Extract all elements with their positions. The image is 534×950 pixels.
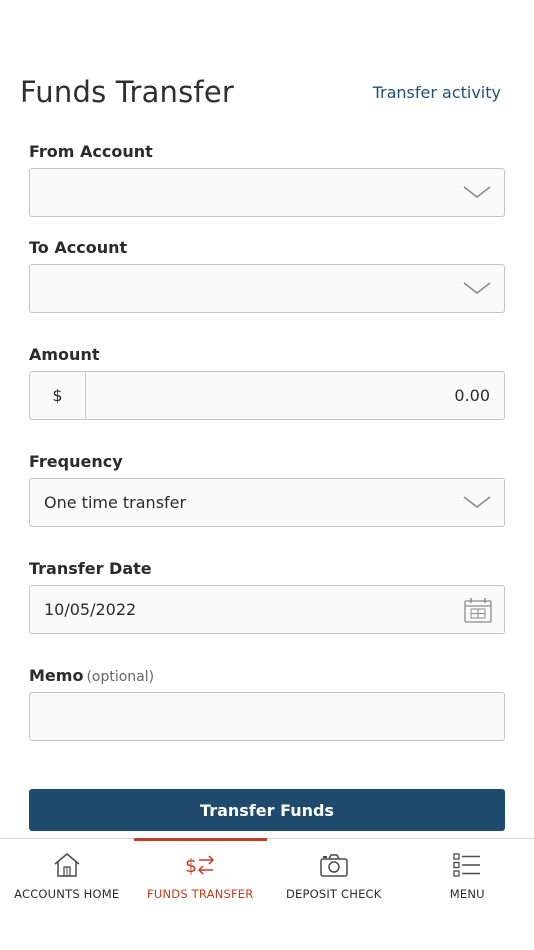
chevron-down-icon: [463, 186, 491, 199]
amount-input[interactable]: 0.00: [86, 386, 504, 405]
amount-field[interactable]: $ 0.00: [29, 371, 505, 420]
frequency-value: One time transfer: [44, 493, 187, 512]
bottom-tab-bar: ACCOUNTS HOME $ FUNDS TRANSFER DEPOSIT C…: [0, 838, 534, 950]
tab-accounts-home[interactable]: ACCOUNTS HOME: [0, 839, 134, 950]
transfer-date-label: Transfer Date: [29, 559, 152, 578]
to-account-label: To Account: [29, 238, 128, 257]
to-account-select[interactable]: [29, 264, 505, 313]
tab-menu[interactable]: MENU: [401, 839, 534, 950]
transfer-arrows-icon: $: [185, 855, 215, 877]
page-header: Funds Transfer Transfer activity: [20, 70, 501, 114]
page-title: Funds Transfer: [20, 75, 234, 109]
chevron-down-icon: [463, 496, 491, 509]
list-icon: [453, 853, 481, 877]
transfer-date-field[interactable]: 10/05/2022: [29, 585, 505, 634]
svg-text:$: $: [185, 855, 197, 877]
memo-input[interactable]: [29, 692, 505, 741]
memo-label-text: Memo: [29, 666, 84, 685]
tab-deposit-check[interactable]: DEPOSIT CHECK: [267, 839, 401, 950]
tab-label: DEPOSIT CHECK: [285, 887, 382, 901]
frequency-select[interactable]: One time transfer: [29, 478, 505, 527]
transfer-activity-link[interactable]: Transfer activity: [373, 83, 501, 102]
house-icon: [54, 853, 80, 877]
from-account-select[interactable]: [29, 168, 505, 217]
transfer-date-value: 10/05/2022: [44, 600, 137, 619]
memo-label: Memo (optional): [29, 666, 154, 685]
currency-symbol: $: [30, 372, 86, 419]
amount-label: Amount: [29, 345, 100, 364]
frequency-label: Frequency: [29, 452, 123, 471]
transfer-funds-button[interactable]: Transfer Funds: [29, 789, 505, 831]
tab-label: FUNDS TRANSFER: [147, 887, 254, 901]
chevron-down-icon: [463, 282, 491, 295]
tab-funds-transfer[interactable]: $ FUNDS TRANSFER: [133, 838, 268, 950]
camera-icon: [320, 854, 348, 877]
memo-optional-hint: (optional): [86, 669, 155, 685]
tab-label: ACCOUNTS HOME: [14, 887, 120, 901]
from-account-label: From Account: [29, 142, 153, 161]
tab-label: MENU: [449, 887, 485, 901]
calendar-icon[interactable]: [464, 597, 492, 623]
